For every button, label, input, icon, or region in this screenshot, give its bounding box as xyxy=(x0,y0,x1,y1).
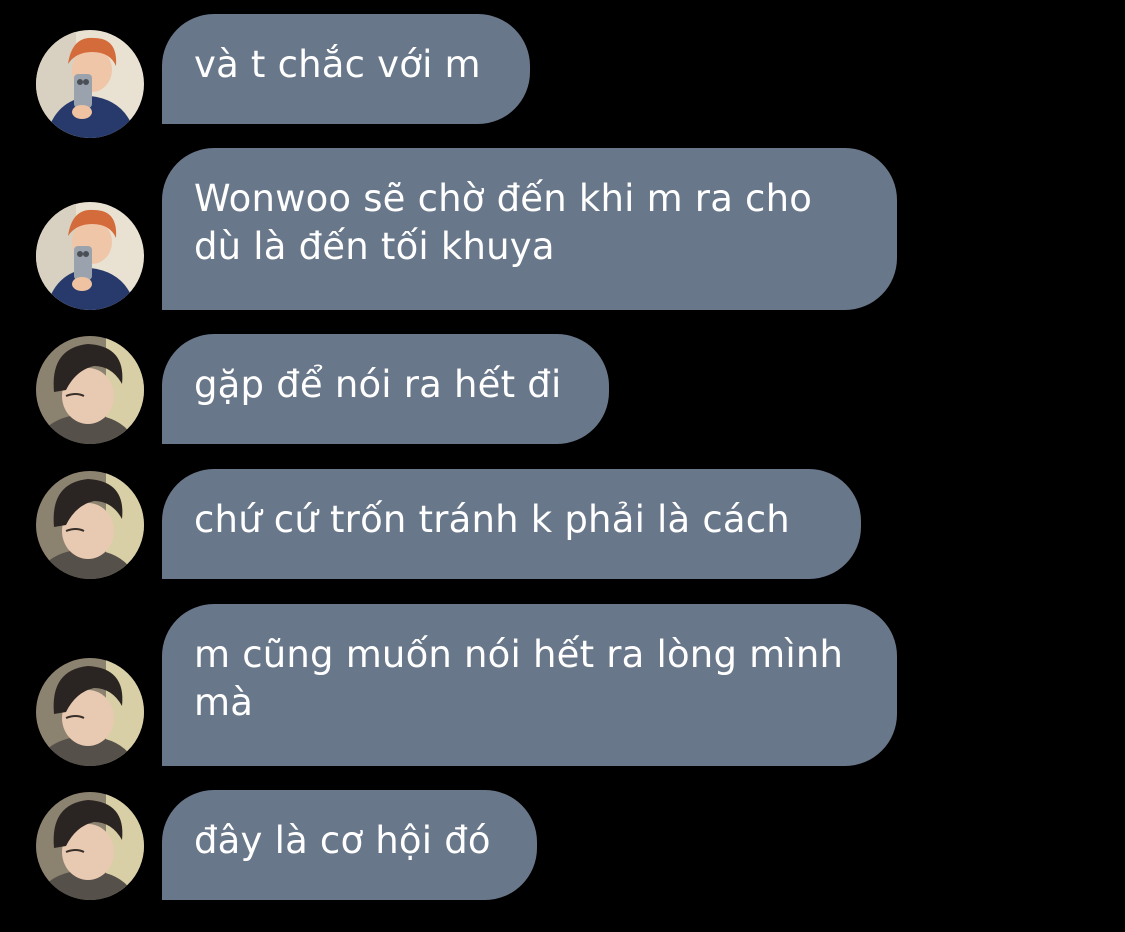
message-bubble[interactable]: đây là cơ hội đó xyxy=(162,790,537,900)
message-row: gặp để nói ra hết đi xyxy=(0,334,1125,444)
dark-hair-avatar[interactable] xyxy=(36,792,144,900)
message-bubble[interactable]: gặp để nói ra hết đi xyxy=(162,334,609,444)
message-bubble[interactable]: Wonwoo sẽ chờ đến khi m ra cho dù là đến… xyxy=(162,148,897,310)
orange-hair-avatar[interactable] xyxy=(36,30,144,138)
dark-hair-avatar[interactable] xyxy=(36,658,144,766)
message-row: và t chắc với m xyxy=(0,14,1125,138)
dark-hair-avatar[interactable] xyxy=(36,336,144,444)
message-bubble[interactable]: và t chắc với m xyxy=(162,14,530,124)
message-bubble[interactable]: chứ cứ trốn tránh k phải là cách xyxy=(162,469,861,579)
chat-screen: { "colors": { "background": "#000000", "… xyxy=(0,0,1125,932)
orange-hair-avatar[interactable] xyxy=(36,202,144,310)
message-row: Wonwoo sẽ chờ đến khi m ra cho dù là đến… xyxy=(0,148,1125,310)
message-row: m cũng muốn nói hết ra lòng mình mà xyxy=(0,604,1125,766)
dark-hair-avatar[interactable] xyxy=(36,471,144,579)
message-row: đây là cơ hội đó xyxy=(0,790,1125,900)
message-bubble[interactable]: m cũng muốn nói hết ra lòng mình mà xyxy=(162,604,897,766)
message-row: chứ cứ trốn tránh k phải là cách xyxy=(0,469,1125,579)
